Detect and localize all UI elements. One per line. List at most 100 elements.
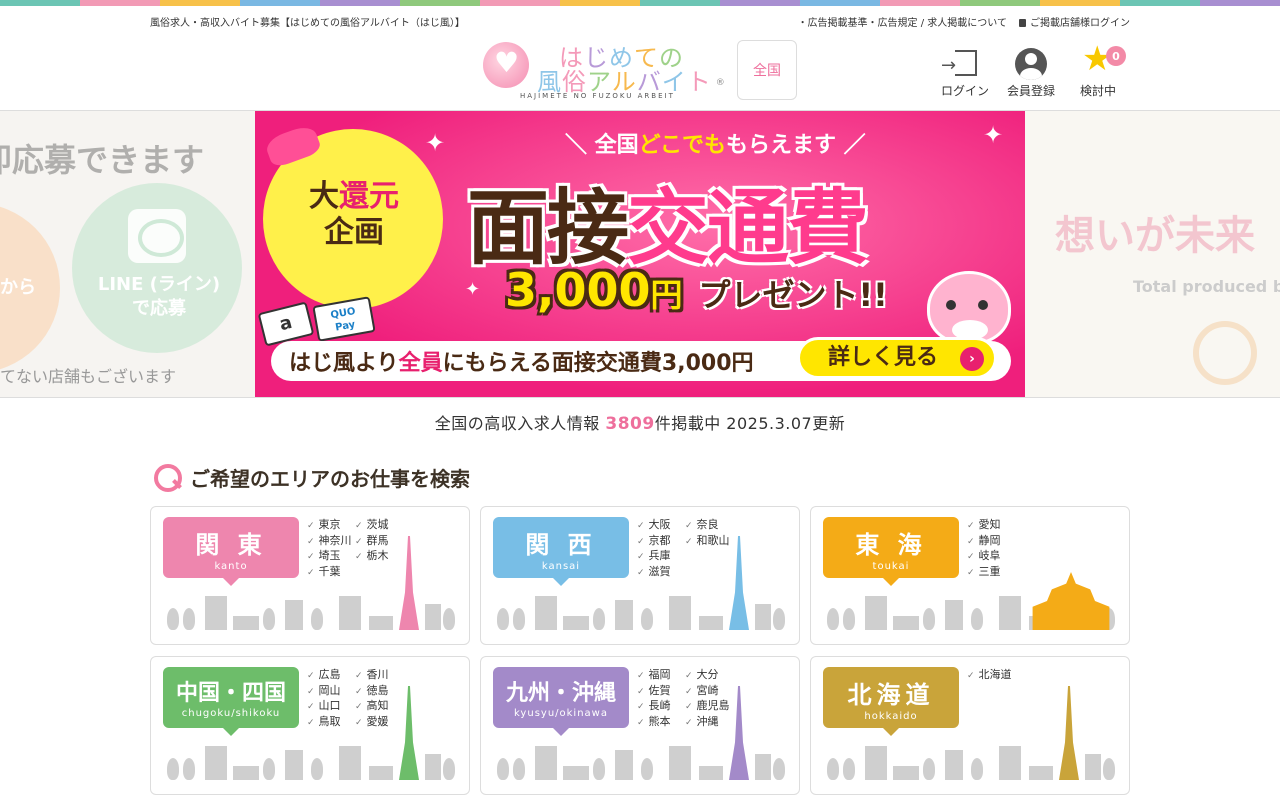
color-stripe xyxy=(0,0,1280,6)
carousel-next-slide[interactable]: 想いが未来 Total produced by xyxy=(1025,111,1280,397)
register-button[interactable]: 会員登録 xyxy=(1001,48,1061,99)
building-shape xyxy=(563,616,589,630)
city-silhouette xyxy=(823,686,1119,780)
stripe-segment xyxy=(0,0,80,6)
region-card-kyusyu[interactable]: 九州・沖縄 kyusyu/okinawa 福岡佐賀長崎熊本 大分宮崎鹿児島沖縄 xyxy=(480,656,800,795)
stripe-segment xyxy=(640,0,720,6)
building-shape xyxy=(999,596,1021,630)
prefecture-link[interactable]: 愛知 xyxy=(967,516,1015,532)
region-label[interactable]: 関 西 kansai xyxy=(493,517,629,586)
prefecture-list: 広島岡山山口鳥取 香川徳島高知愛媛 xyxy=(307,666,451,728)
region-card-toukai[interactable]: 東 海 toukai 愛知静岡岐阜三重 xyxy=(810,506,1130,645)
prefecture-link[interactable]: 茨城 xyxy=(355,516,403,532)
ad-policy-link[interactable]: ・広告掲載基準・広告規定 / 求人掲載について xyxy=(798,14,1007,29)
prefecture-link[interactable]: 高知 xyxy=(355,697,403,713)
prefecture-link[interactable]: 大分 xyxy=(685,666,733,682)
site-logo[interactable]: はじめての 風俗アルバイト® HAJIMETE NO FUZOKU ARBEIT xyxy=(483,38,728,102)
prefecture-link[interactable]: 滋賀 xyxy=(637,563,685,579)
tree-shape xyxy=(167,608,179,630)
quo-card-icon: QUO Pay xyxy=(312,296,376,342)
stripe-segment xyxy=(880,0,960,6)
tree-shape xyxy=(641,758,653,780)
user-icon xyxy=(1015,48,1047,80)
site-tagline: 風俗求人・高収入バイト募集【はじめての風俗アルバイト（はじ風）】 xyxy=(150,18,465,29)
prefecture-link[interactable]: 群馬 xyxy=(355,532,403,548)
region-card-chugoku[interactable]: 中国・四国 chugoku/shikoku 広島岡山山口鳥取 香川徳島高知愛媛 xyxy=(150,656,470,795)
prefecture-link[interactable]: 静岡 xyxy=(967,532,1015,548)
building-shape xyxy=(339,746,361,780)
building-shape xyxy=(945,750,963,780)
prefecture-link[interactable]: 佐賀 xyxy=(637,682,685,698)
region-label[interactable]: 九州・沖縄 kyusyu/okinawa xyxy=(493,667,629,736)
search-icon xyxy=(152,462,182,492)
decorative-ring xyxy=(1193,321,1257,385)
region-label[interactable]: 北海道 hokkaido xyxy=(823,667,959,736)
prefecture-link[interactable]: 岐阜 xyxy=(967,547,1015,563)
building-shape xyxy=(999,746,1021,780)
building-shape xyxy=(535,596,557,630)
status-pre: 全国の高収入求人情報 xyxy=(434,414,600,433)
prefecture-link[interactable]: 沖縄 xyxy=(685,713,733,729)
tree-shape xyxy=(497,608,509,630)
prefecture-link[interactable]: 兵庫 xyxy=(637,547,685,563)
interview-fee-banner[interactable]: ✦ ✦ ✦ ＼ 全国どこでももらえます ／ 大還元 企画 面接交通費 3,000円… xyxy=(255,111,1025,397)
prefecture-link[interactable]: 愛媛 xyxy=(355,713,403,729)
prefecture-link[interactable]: 奈良 xyxy=(685,516,733,532)
favorites-button[interactable]: ★ 0 検討中 xyxy=(1068,42,1128,99)
city-silhouette xyxy=(823,572,1119,630)
prefecture-link[interactable]: 熊本 xyxy=(637,713,685,729)
region-card-kanto[interactable]: 関 東 kanto 東京神奈川埼玉千葉 茨城群馬栃木 xyxy=(150,506,470,645)
amazon-card-icon: a xyxy=(257,301,315,347)
region-label[interactable]: 関 東 kanto xyxy=(163,517,299,586)
prefecture-link[interactable]: 岡山 xyxy=(307,682,355,698)
shop-login-link[interactable]: ご掲載店舗様ログイン xyxy=(1019,14,1130,29)
region-romaji: chugoku/shikoku xyxy=(181,708,281,719)
prefecture-link[interactable]: 栃木 xyxy=(355,547,403,563)
prefecture-link[interactable]: 大阪 xyxy=(637,516,685,532)
prefecture-list: 福岡佐賀長崎熊本 大分宮崎鹿児島沖縄 xyxy=(637,666,781,728)
prefecture-link[interactable]: 和歌山 xyxy=(685,532,733,548)
prefecture-link[interactable]: 埼玉 xyxy=(307,547,355,563)
carousel-prev-slide[interactable]: 即応募できます から LINE (ライン) で応募 てない店舗もございます xyxy=(0,111,255,397)
prefecture-link[interactable]: 長崎 xyxy=(637,697,685,713)
tree-shape xyxy=(497,758,509,780)
prefecture-link[interactable]: 宮崎 xyxy=(685,682,733,698)
region-romaji: toukai xyxy=(872,561,910,572)
prev-slide-note: てない店舗もございます xyxy=(0,367,177,386)
region-romaji: kanto xyxy=(214,561,248,572)
city-silhouette xyxy=(493,536,789,630)
prefecture-link[interactable]: 京都 xyxy=(637,532,685,548)
chevron-right-icon: › xyxy=(960,347,984,371)
region-card-hokkaido[interactable]: 北海道 hokkaido 北海道 xyxy=(810,656,1130,795)
region-name: 中国・四国 xyxy=(175,681,286,706)
building-shape xyxy=(369,616,393,630)
prefecture-link[interactable]: 徳島 xyxy=(355,682,403,698)
hero-carousel[interactable]: 即応募できます から LINE (ライン) で応募 てない店舗もございます ✦ ✦… xyxy=(0,110,1280,398)
prefecture-link[interactable]: 千葉 xyxy=(307,563,355,579)
prefecture-link[interactable]: 東京 xyxy=(307,516,355,532)
area-select-button[interactable]: 全国 xyxy=(737,40,797,100)
prefecture-link[interactable]: 北海道 xyxy=(967,666,1015,682)
prefecture-link[interactable]: 福岡 xyxy=(637,666,685,682)
stripe-segment xyxy=(400,0,480,6)
region-label[interactable]: 中国・四国 chugoku/shikoku xyxy=(163,667,299,736)
region-card-kansai[interactable]: 関 西 kansai 大阪京都兵庫滋賀 奈良和歌山 xyxy=(480,506,800,645)
prefecture-link[interactable]: 三重 xyxy=(967,563,1015,579)
stripe-segment xyxy=(240,0,320,6)
prefecture-link[interactable]: 山口 xyxy=(307,697,355,713)
region-label[interactable]: 東 海 toukai xyxy=(823,517,959,586)
prefecture-link[interactable]: 鳥取 xyxy=(307,713,355,729)
banner-subbar-text: はじ風より全員にもらえる面接交通費3,000円 xyxy=(289,345,754,377)
prefecture-list: 東京神奈川埼玉千葉 茨城群馬栃木 xyxy=(307,516,451,578)
burst-text-b: 還元 xyxy=(339,179,399,214)
login-button[interactable]: → ログイン xyxy=(935,48,995,99)
prefecture-link[interactable]: 香川 xyxy=(355,666,403,682)
tree-shape xyxy=(773,608,785,630)
favorites-label: 検討中 xyxy=(1079,84,1116,98)
prefecture-link[interactable]: 神奈川 xyxy=(307,532,355,548)
prefecture-link[interactable]: 鹿児島 xyxy=(685,697,733,713)
building-shape xyxy=(865,746,887,780)
tree-shape xyxy=(513,608,525,630)
banner-details-button[interactable]: 詳しく見る › xyxy=(797,337,997,379)
prefecture-link[interactable]: 広島 xyxy=(307,666,355,682)
